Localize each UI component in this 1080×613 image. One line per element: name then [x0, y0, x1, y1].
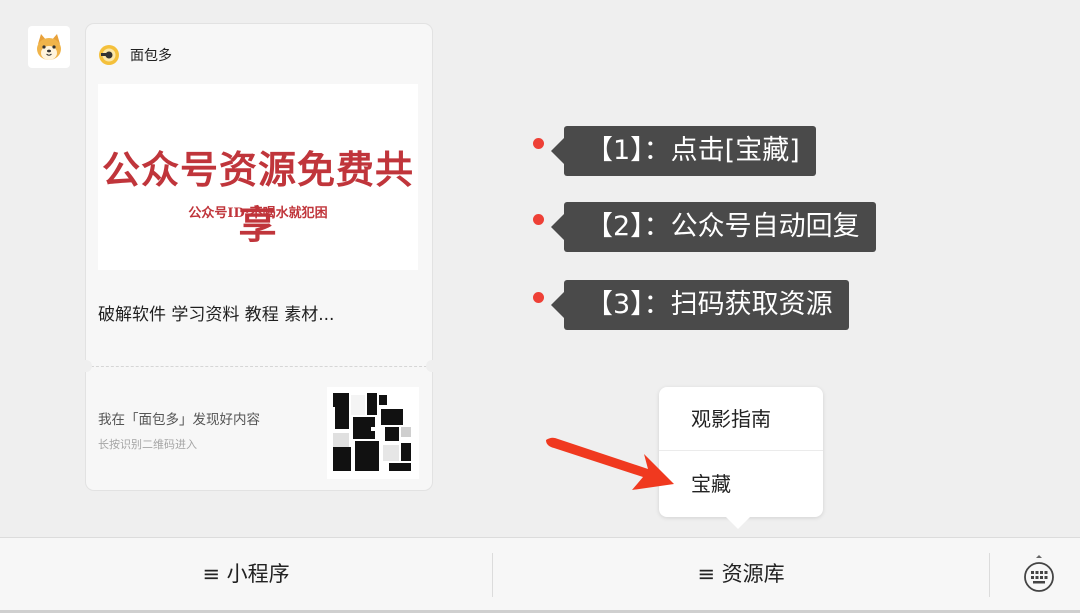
card-notch-left [84, 360, 92, 372]
shiba-dog-avatar-icon [37, 34, 61, 60]
banner-subtitle: 公众号ID:不喝水就犯困 [188, 206, 328, 221]
card-header: 面包多 [98, 43, 172, 67]
red-arrow-icon [546, 437, 674, 490]
bottom-bar-separator [989, 553, 990, 597]
menu-item-treasure[interactable]: 宝藏 [659, 452, 823, 516]
bread-logo-icon [99, 45, 119, 65]
banner-title: 公众号资源免费共享 [101, 147, 414, 247]
app-name: 面包多 [130, 48, 172, 64]
step-2-dot [533, 214, 544, 225]
menu-item-viewing-guide[interactable]: 观影指南 [659, 387, 823, 451]
card-banner-image: 公众号资源免费共享 公众号ID:不喝水就犯困 [98, 84, 418, 270]
resource-popup-menu: 观影指南 宝藏 [659, 387, 823, 529]
bottom-menu-bar: ≡ 小程序 ≡ 资源库 [0, 537, 1080, 613]
menu-mini-program[interactable]: ≡ 小程序 [0, 538, 492, 611]
shared-link-card[interactable]: 面包多 公众号资源免费共享 公众号ID:不喝水就犯困 破解软件 学习资料 教程 … [84, 24, 434, 490]
card-notch-right [426, 360, 434, 372]
card-hint-text: 长按识别二维码进入 [98, 438, 197, 451]
qr-code-icon [327, 387, 419, 479]
menu-resource-library[interactable]: ≡ 资源库 [493, 538, 989, 611]
step-3-label: 【3】：扫码获取资源 [551, 280, 849, 330]
card-description: 破解软件 学习资料 教程 素材... [98, 305, 335, 325]
step-1-dot [533, 138, 544, 149]
card-divider [86, 366, 432, 367]
avatar[interactable] [28, 26, 70, 68]
step-3-dot [533, 292, 544, 303]
step-2-label: 【2】：公众号自动回复 [551, 202, 876, 252]
step-1-label: 【1】：点击[宝藏] [551, 126, 816, 176]
qr-code-image[interactable] [327, 387, 419, 479]
keyboard-icon[interactable] [1022, 555, 1056, 595]
card-found-text: 我在「面包多」发现好内容 [98, 412, 260, 428]
